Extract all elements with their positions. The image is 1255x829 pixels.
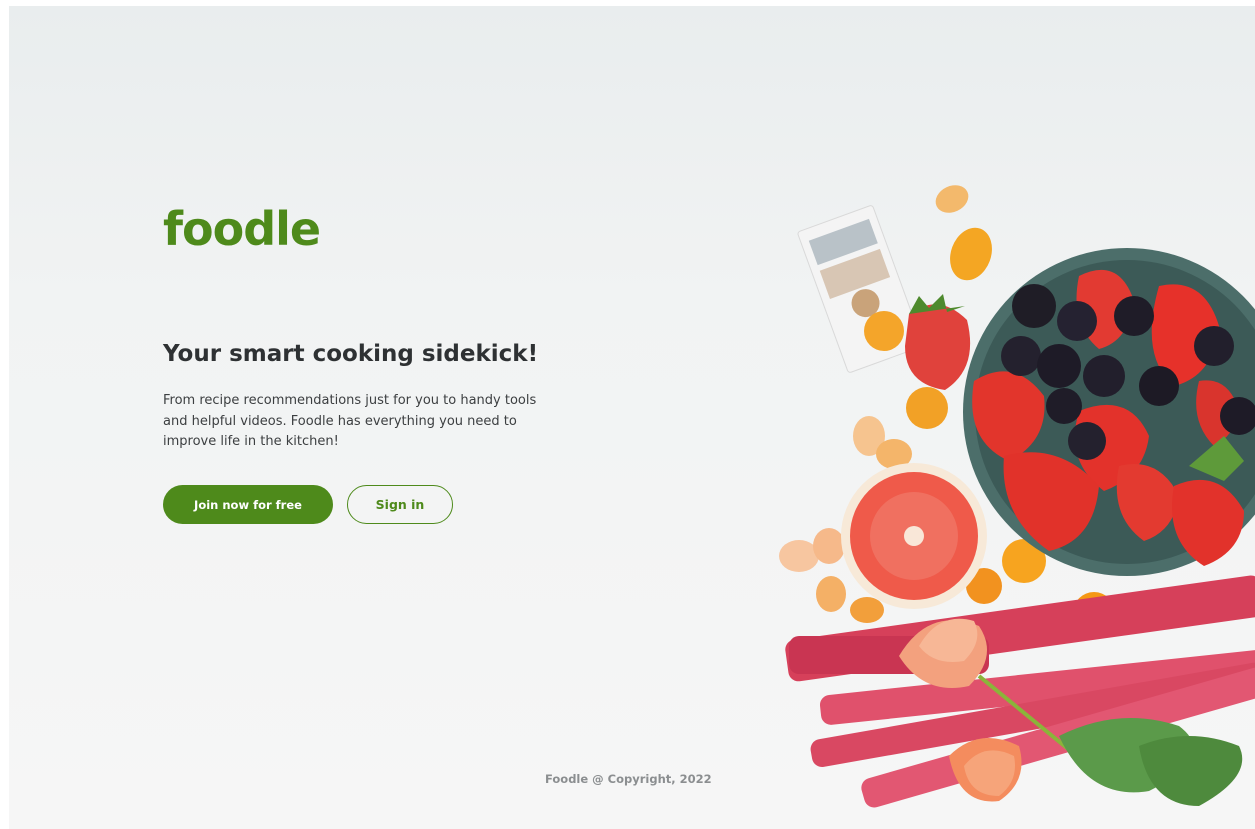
petal-shape [816,576,846,612]
hero-headline: Your smart cooking sidekick! [163,341,539,367]
fruit-bowl-illustration [779,185,1255,808]
petal-shape [813,528,845,564]
strawberry-image [905,294,971,390]
footer-copyright: Foodle @ Copyright, 2022 [545,772,712,786]
orange-tomato [906,387,948,429]
orange-tomato [950,227,992,281]
bowl-image [963,248,1255,576]
petal-shape [850,597,884,623]
grapefruit-image [841,463,987,609]
recipe-card-image [797,205,924,373]
sign-in-button[interactable]: Sign in [347,485,453,524]
orange-tomato [864,311,904,351]
landing-page: foodle Your smart cooking sidekick! From… [9,6,1255,829]
foodle-logo[interactable]: foodle [163,202,321,256]
join-now-button[interactable]: Join now for free [163,485,333,524]
petal-shape [779,540,819,572]
hero-description: From recipe recommendations just for you… [163,393,537,449]
petal-shape [935,185,969,213]
